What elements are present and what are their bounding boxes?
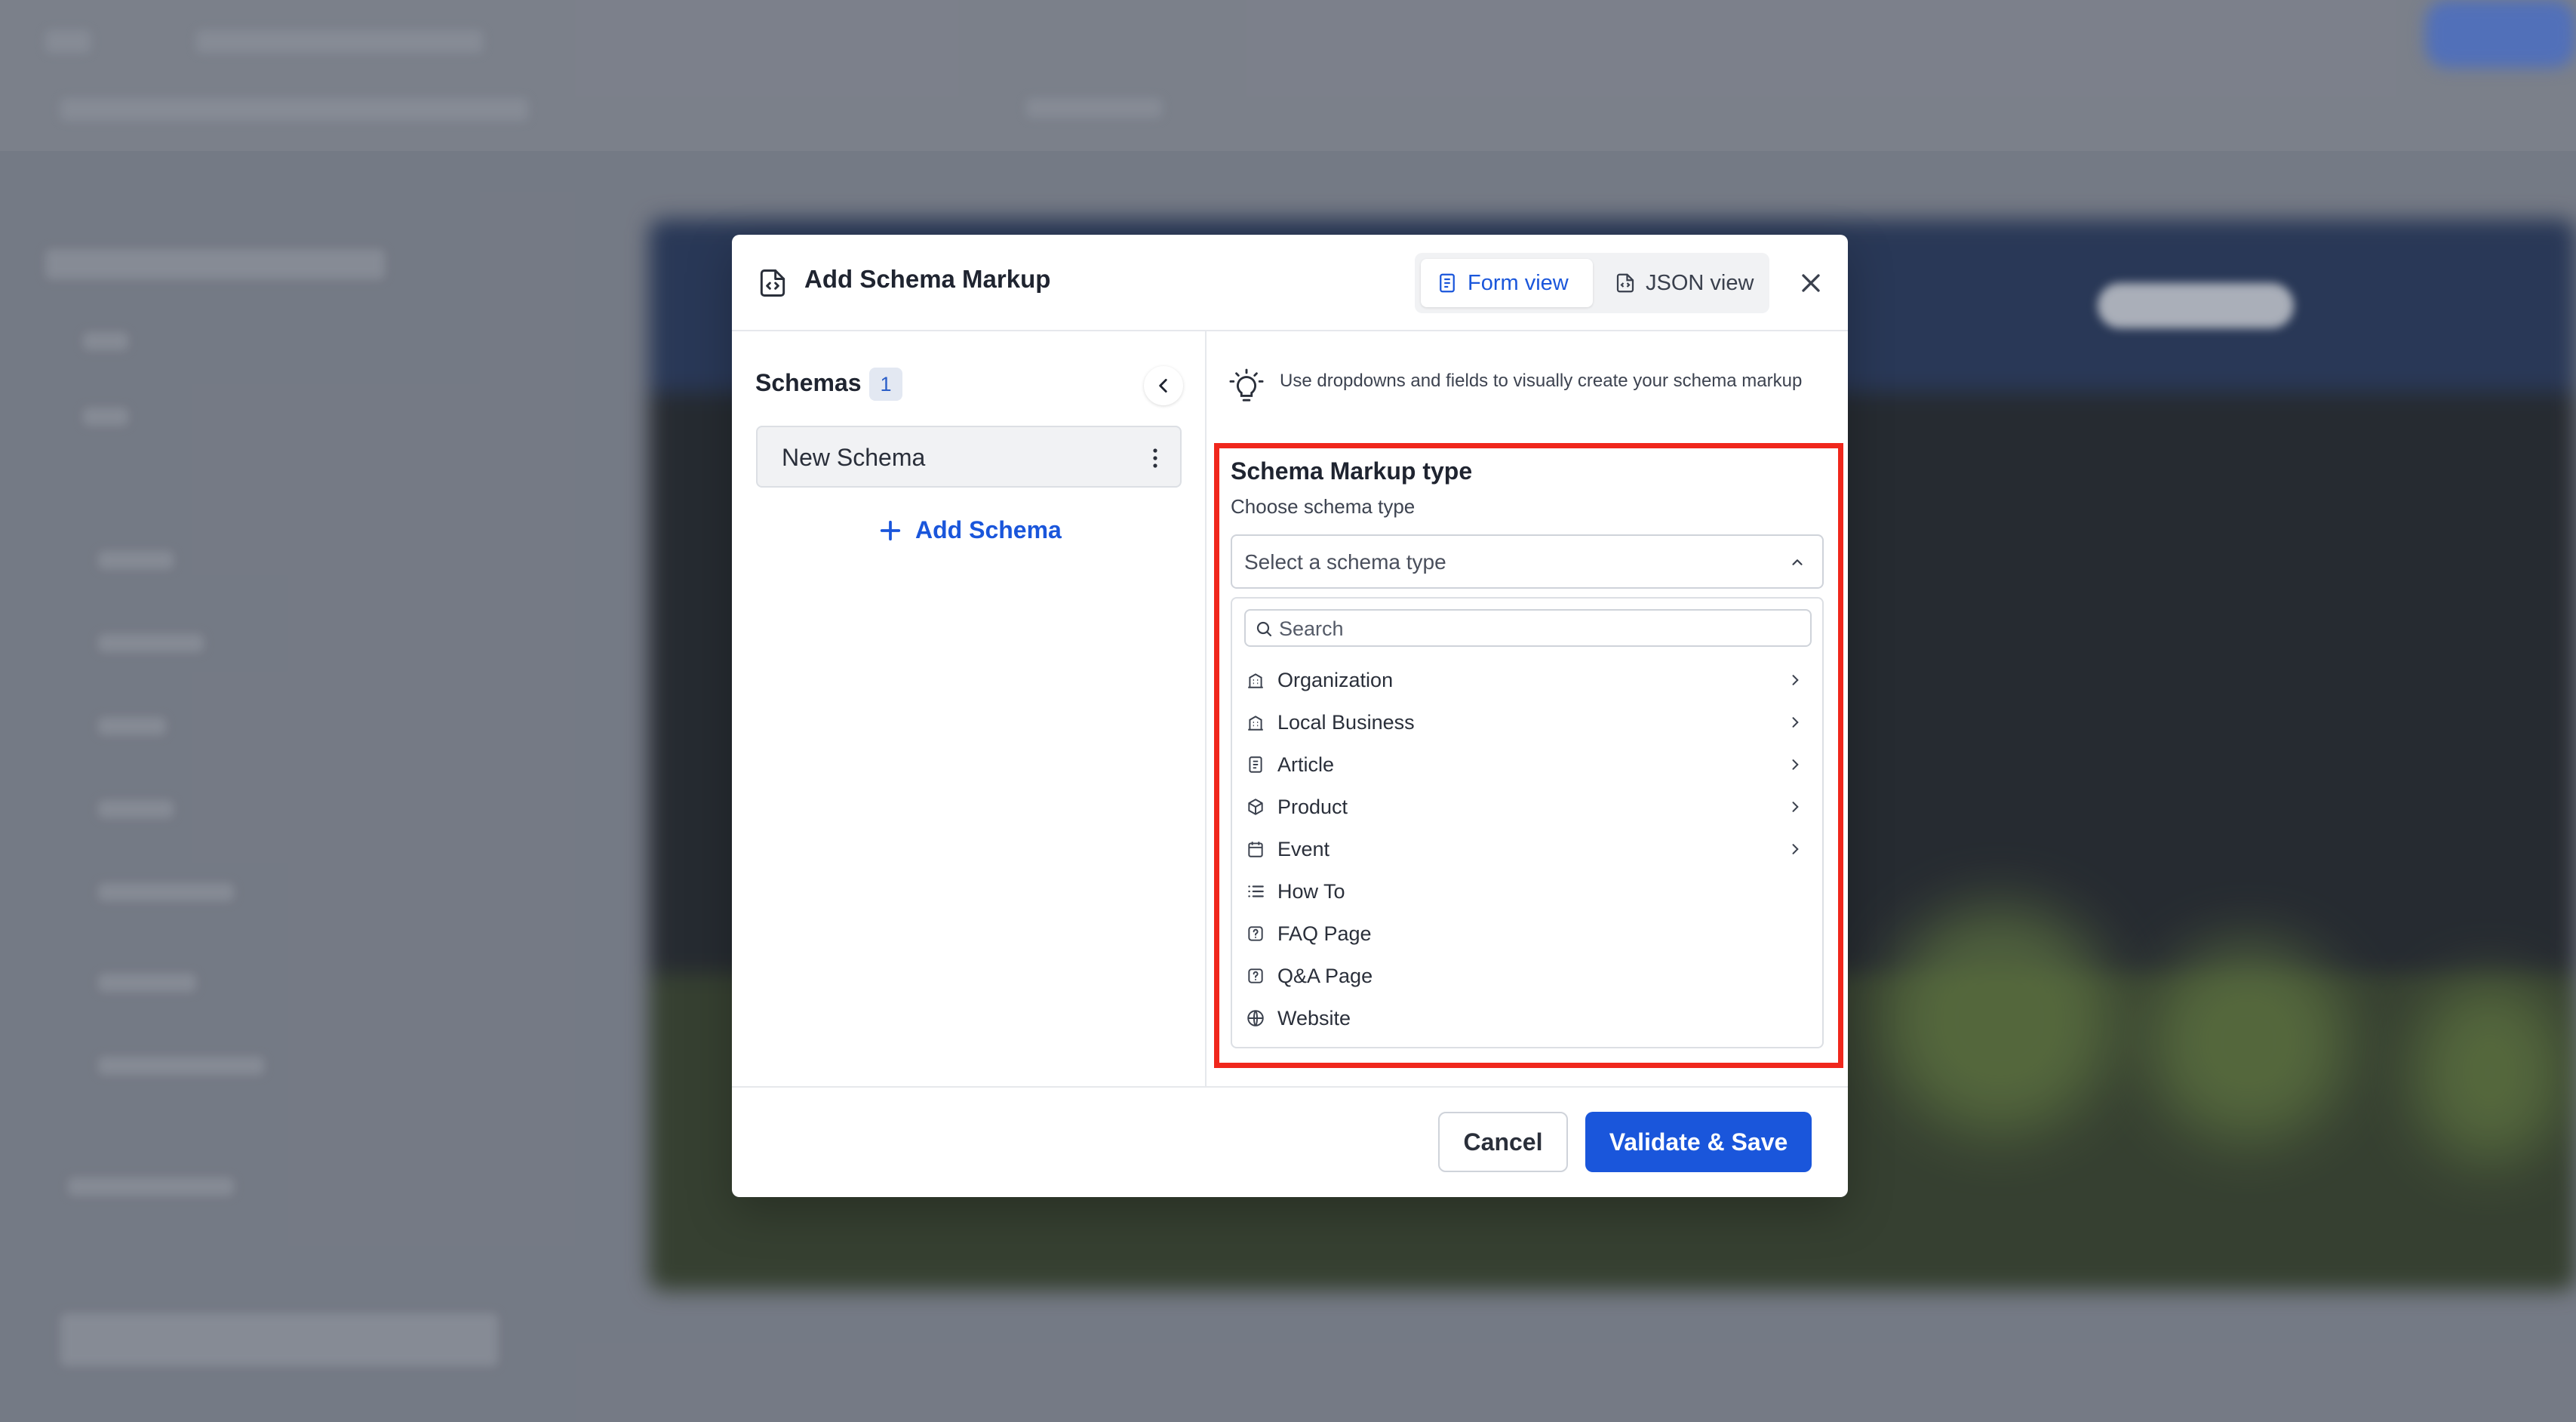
plus-icon: [880, 520, 901, 540]
schemas-heading: Schemas: [755, 369, 862, 396]
chevron-right-icon: [1792, 759, 1799, 770]
hint-text: Use dropdowns and fields to visually cre…: [1280, 371, 1803, 391]
schemas-panel: Schemas 1 New Schema Add Schema: [732, 331, 1207, 1086]
schema-list-item[interactable]: New Schema: [756, 426, 1182, 488]
calendar-icon: [1248, 842, 1263, 857]
box-icon: [1248, 799, 1263, 815]
document-icon: [1440, 273, 1455, 293]
option-product[interactable]: Product: [1244, 787, 1812, 826]
lightbulb-icon: [1229, 368, 1264, 402]
dialog-header: Add Schema Markup Form view JSON view: [732, 235, 1848, 331]
chevron-left-icon: [1159, 379, 1167, 392]
add-schema-markup-dialog: Add Schema Markup Form view JSON view Sc…: [732, 235, 1848, 1197]
schema-type-sublabel: Choose schema type: [1231, 495, 1416, 518]
document-icon: [1249, 756, 1262, 773]
option-label: How To: [1277, 879, 1345, 903]
add-schema-label: Add Schema: [915, 516, 1062, 543]
list-icon: [1248, 885, 1264, 897]
globe-icon: [1247, 1010, 1264, 1026]
chevron-right-icon: [1792, 844, 1799, 854]
question-icon: [1248, 926, 1263, 941]
option-label: Local Business: [1277, 710, 1415, 734]
option-local-business[interactable]: Local Business: [1244, 703, 1812, 742]
option-qa-page[interactable]: Q&A Page: [1244, 956, 1812, 996]
dialog-footer: Cancel Validate & Save: [732, 1086, 1848, 1197]
option-label: Organization: [1277, 668, 1394, 691]
option-label: Website: [1277, 1006, 1351, 1030]
chevron-right-icon: [1792, 675, 1799, 685]
collapse-panel-button[interactable]: [1144, 366, 1183, 405]
tab-json-view-label: JSON view: [1646, 270, 1754, 295]
close-icon[interactable]: [1796, 268, 1826, 298]
schema-type-placeholder: Select a schema type: [1244, 550, 1446, 574]
cancel-button[interactable]: Cancel: [1438, 1112, 1568, 1172]
chevron-right-icon: [1792, 802, 1799, 812]
option-label: Article: [1277, 753, 1335, 776]
schema-item-label: New Schema: [782, 444, 926, 471]
option-website[interactable]: Website: [1244, 999, 1812, 1038]
building-icon: [1248, 673, 1263, 688]
schema-type-label: Schema Markup type: [1231, 457, 1473, 485]
schemas-count-badge: 1: [869, 368, 902, 401]
option-event[interactable]: Event: [1244, 830, 1812, 869]
validate-save-button[interactable]: Validate & Save: [1585, 1112, 1812, 1172]
schema-type-select[interactable]: Select a schema type: [1231, 534, 1824, 589]
more-options-icon[interactable]: [1151, 445, 1159, 471]
tab-json-view[interactable]: JSON view: [1599, 259, 1763, 307]
schema-file-icon: [760, 269, 785, 297]
option-how-to[interactable]: How To: [1244, 872, 1812, 911]
schema-type-dropdown: Search Organization Local Business Artic…: [1231, 597, 1824, 1048]
tab-form-view-label: Form view: [1468, 270, 1569, 295]
dialog-title: Add Schema Markup: [804, 265, 1051, 293]
option-article[interactable]: Article: [1244, 745, 1812, 784]
code-file-icon: [1616, 273, 1634, 293]
chevron-up-icon: [1792, 559, 1803, 565]
option-label: Product: [1277, 795, 1348, 818]
add-schema-button[interactable]: Add Schema: [879, 516, 1062, 544]
option-label: FAQ Page: [1277, 922, 1372, 945]
tab-form-view[interactable]: Form view: [1421, 259, 1593, 307]
schema-form-panel: Use dropdowns and fields to visually cre…: [1207, 331, 1848, 1086]
option-organization[interactable]: Organization: [1244, 660, 1812, 700]
view-toggle: Form view JSON view: [1415, 253, 1769, 313]
building-icon: [1248, 716, 1263, 731]
search-icon: [1256, 621, 1272, 637]
chevron-right-icon: [1792, 717, 1799, 728]
option-label: Q&A Page: [1277, 964, 1373, 987]
search-placeholder: Search: [1279, 617, 1344, 640]
option-label: Event: [1277, 837, 1330, 860]
search-input[interactable]: Search: [1244, 609, 1812, 647]
option-faq-page[interactable]: FAQ Page: [1244, 914, 1812, 953]
question-icon: [1248, 968, 1263, 983]
